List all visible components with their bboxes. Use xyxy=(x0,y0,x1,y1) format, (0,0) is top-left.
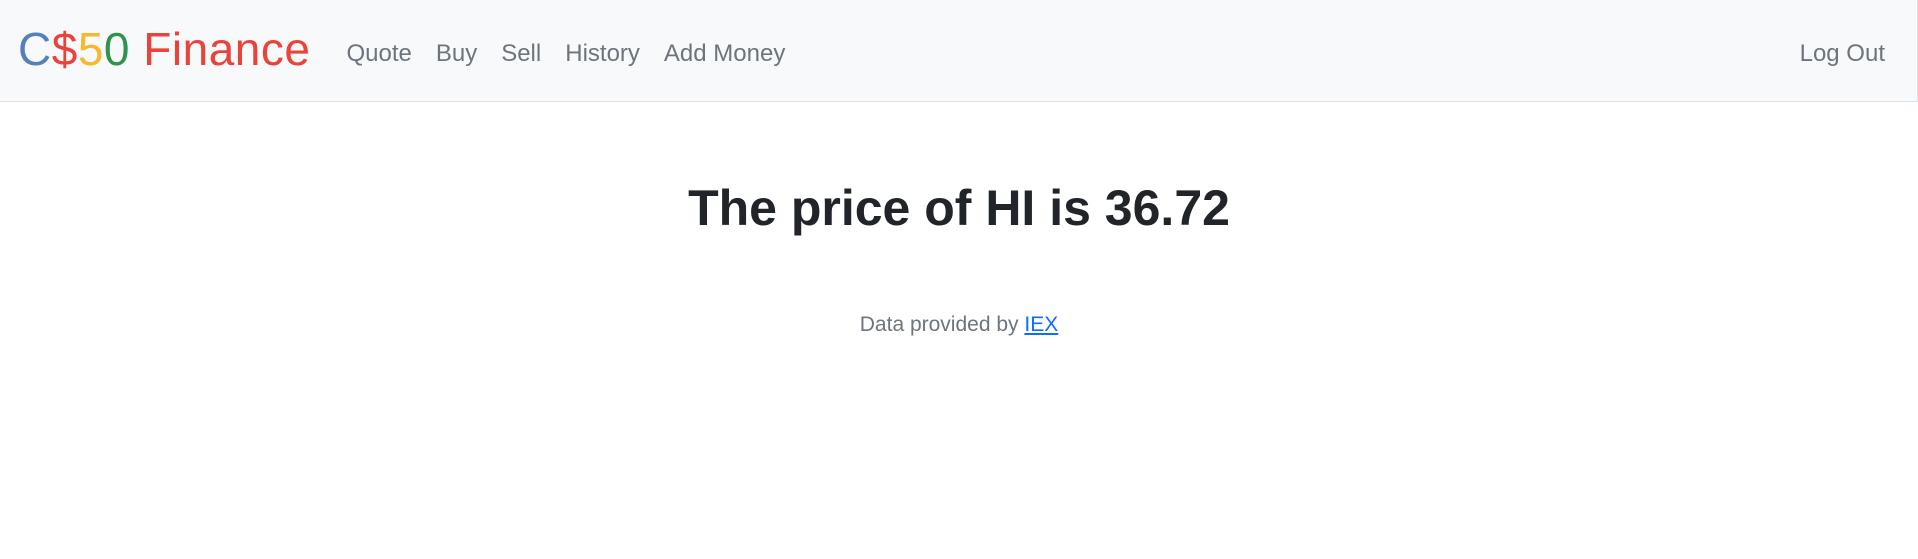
brand-letter-dollar: $ xyxy=(51,22,78,75)
brand-letter-c: C xyxy=(18,22,52,75)
nav-link-history[interactable]: History xyxy=(553,40,652,68)
top-navbar: C $ 5 0 Finance Quote Buy Sell History A… xyxy=(0,0,1918,102)
nav-right: Log Out xyxy=(1788,40,1895,68)
data-attribution: Data provided by IEX xyxy=(0,313,1918,337)
nav-link-sell[interactable]: Sell xyxy=(489,40,553,68)
nav-links: Quote Buy Sell History Add Money xyxy=(334,40,797,68)
main-content: The price of HI is 36.72 Data provided b… xyxy=(0,178,1918,337)
nav-link-add-money[interactable]: Add Money xyxy=(652,40,797,68)
brand-logo-link[interactable]: C $ 5 0 Finance xyxy=(18,26,310,72)
nav-link-logout[interactable]: Log Out xyxy=(1788,40,1895,67)
attribution-prefix: Data provided by xyxy=(859,313,1025,336)
price-heading: The price of HI is 36.72 xyxy=(688,180,1230,236)
brand-word-finance: Finance xyxy=(130,22,311,75)
nav-link-buy[interactable]: Buy xyxy=(424,40,489,68)
nav-link-quote[interactable]: Quote xyxy=(334,40,423,68)
brand-letter-0: 0 xyxy=(103,22,131,75)
brand-letter-5: 5 xyxy=(77,22,104,75)
iex-link[interactable]: IEX xyxy=(1024,313,1058,336)
